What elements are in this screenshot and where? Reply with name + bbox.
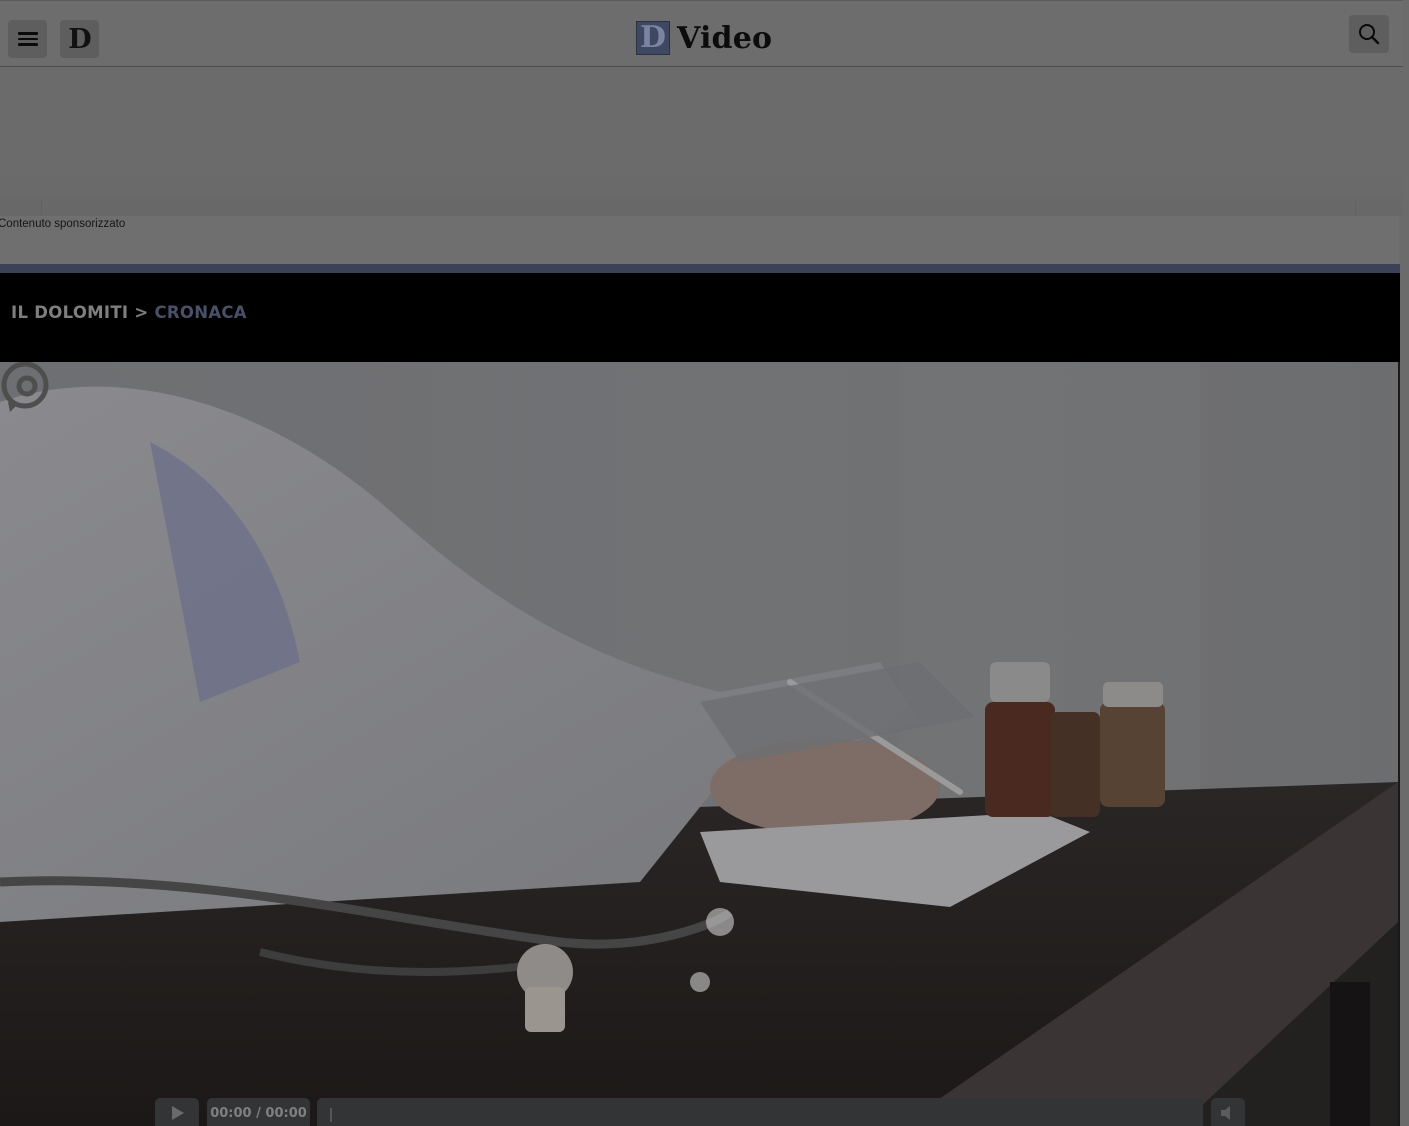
breadcrumb: IL DOLOMITI > CRONACA bbox=[11, 303, 247, 322]
ad-banner bbox=[0, 68, 1403, 216]
play-button[interactable] bbox=[155, 1098, 199, 1126]
brand-logo-mark: D bbox=[636, 21, 670, 55]
hamburger-menu-icon bbox=[17, 32, 38, 46]
site-logo: D bbox=[68, 23, 91, 55]
breadcrumb-current-link[interactable]: CRONACA bbox=[154, 303, 246, 322]
breadcrumb-home-link[interactable]: IL DOLOMITI bbox=[11, 303, 128, 322]
time-text: 00:00 / 00:00 bbox=[210, 1105, 307, 1121]
sponsored-label: Contenuto sponsorizzato bbox=[0, 218, 126, 230]
sponsored-strip: Contenuto sponsorizzato bbox=[0, 216, 1399, 264]
progress-bar[interactable] bbox=[317, 1098, 1203, 1126]
mute-button[interactable] bbox=[1211, 1098, 1245, 1126]
search-button[interactable] bbox=[1349, 15, 1389, 53]
site-header: D D Video bbox=[0, 0, 1403, 67]
video-player[interactable] bbox=[0, 362, 1400, 1126]
video-poster bbox=[0, 362, 1398, 1126]
search-icon bbox=[1359, 24, 1380, 45]
ad-divider-left bbox=[41, 200, 42, 216]
breadcrumb-separator: > bbox=[134, 303, 149, 322]
brand-title: Video bbox=[677, 20, 773, 56]
page: D D Video Contenuto sponsorizzato IL DOL… bbox=[0, 0, 1409, 1126]
progress-handle[interactable] bbox=[330, 1108, 332, 1122]
at-sign-icon bbox=[1, 362, 49, 412]
brand-logo[interactable]: D Video bbox=[636, 19, 772, 57]
ad-divider-right bbox=[1355, 200, 1356, 216]
home-logo-button[interactable]: D bbox=[60, 20, 99, 58]
speaker-icon bbox=[1221, 1106, 1230, 1120]
breadcrumb-band: IL DOLOMITI > CRONACA bbox=[0, 273, 1400, 362]
play-icon bbox=[172, 1106, 184, 1120]
menu-button[interactable] bbox=[8, 20, 47, 58]
time-display: 00:00 / 00:00 bbox=[207, 1098, 310, 1126]
accent-bar bbox=[0, 264, 1400, 273]
